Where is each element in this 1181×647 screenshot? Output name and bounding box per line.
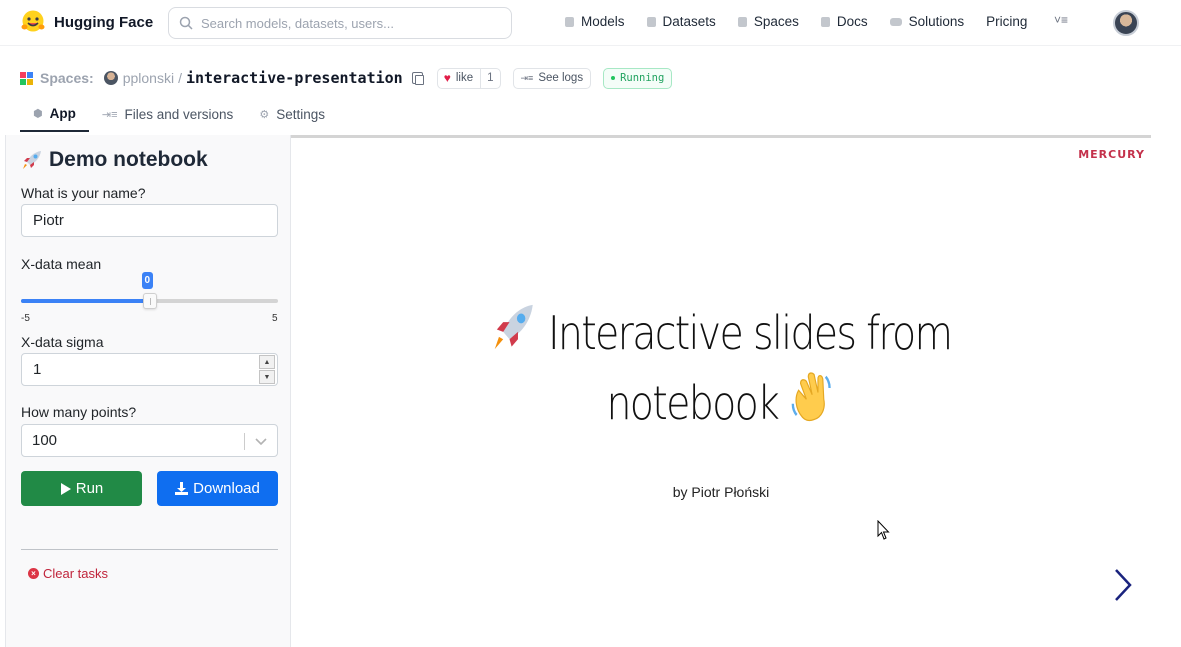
- logs-icon: ⇥≡: [520, 72, 534, 83]
- nav-pricing-label: Pricing: [986, 14, 1028, 29]
- nav-spaces-label: Spaces: [753, 14, 799, 29]
- rocket-icon: [491, 300, 537, 370]
- slide-title-line1: Interactive slides from: [547, 306, 953, 360]
- spaces-logo-icon: [20, 71, 33, 85]
- demo-title-text: Demo notebook: [49, 148, 208, 171]
- mean-slider-fill: [21, 299, 150, 303]
- user-avatar[interactable]: [1113, 10, 1139, 36]
- nav-models[interactable]: Models: [565, 14, 625, 29]
- close-circle-icon: ×: [28, 568, 39, 579]
- mean-slider-handle[interactable]: [142, 293, 157, 309]
- name-field[interactable]: [21, 204, 278, 237]
- clear-tasks-label: Clear tasks: [43, 566, 109, 581]
- mean-slider-max: 5: [272, 313, 278, 324]
- hugging-face-logo-icon: [21, 10, 45, 32]
- slide-title-line2: notebook: [606, 376, 780, 430]
- demo-title: Demo notebook: [21, 148, 208, 172]
- more-menu-button[interactable]: ˅≡: [1054, 13, 1068, 27]
- sigma-field[interactable]: [21, 353, 278, 386]
- docs-icon: [820, 16, 830, 27]
- search-input[interactable]: [201, 15, 501, 31]
- gear-icon: ⚙: [259, 108, 270, 121]
- menu-lines-icon: ˅≡: [1054, 13, 1069, 27]
- owner-link[interactable]: pplonski: [123, 70, 174, 86]
- clear-tasks-button[interactable]: × Clear tasks: [28, 566, 108, 581]
- main-nav: Models Datasets Spaces Docs Solutions Pr…: [565, 14, 1049, 29]
- caret-up-icon: ▲: [263, 358, 271, 366]
- database-icon: [646, 16, 656, 27]
- tab-settings-label: Settings: [276, 106, 325, 122]
- nav-datasets-label: Datasets: [662, 14, 716, 29]
- status-text: Running: [620, 72, 665, 84]
- see-logs-button[interactable]: ⇥≡ See logs: [512, 67, 592, 89]
- mercury-logo: MERCURY: [1078, 148, 1145, 161]
- download-button[interactable]: Download: [157, 471, 278, 506]
- hf-logo[interactable]: Hugging Face: [20, 10, 153, 34]
- grid-icon: [737, 16, 747, 27]
- like-count[interactable]: 1: [480, 68, 499, 88]
- presentation-slide: MERCURY Interactive slides from notebook…: [291, 135, 1151, 647]
- slide-byline: by Piotr Płoński: [672, 484, 770, 500]
- download-label: Download: [193, 480, 260, 497]
- space-tabs: ⬢ App ⇥≡ Files and versions ⚙ Settings: [20, 96, 338, 134]
- repo-name[interactable]: interactive-presentation: [186, 69, 403, 87]
- search-icon: [179, 16, 193, 30]
- nav-datasets[interactable]: Datasets: [646, 14, 716, 29]
- owner-avatar: [103, 71, 118, 85]
- cube-icon: [565, 16, 574, 27]
- slide-title: Interactive slides from notebook: [351, 300, 1091, 440]
- copy-icon[interactable]: [411, 72, 424, 85]
- nav-pricing[interactable]: Pricing: [986, 14, 1027, 29]
- download-icon: [175, 482, 189, 495]
- heart-icon: ♥: [443, 71, 451, 85]
- tab-files[interactable]: ⇥≡ Files and versions: [89, 96, 246, 132]
- sigma-decrement-button[interactable]: ▼: [259, 370, 275, 384]
- caret-down-icon: ▼: [263, 373, 271, 381]
- run-button[interactable]: Run: [21, 471, 142, 506]
- spaces-label: Spaces:: [40, 70, 94, 86]
- mouse-cursor-icon: [877, 520, 890, 540]
- sigma-increment-button[interactable]: ▲: [259, 355, 275, 369]
- mean-label: X-data mean: [21, 256, 102, 272]
- waving-hand-icon: [789, 370, 835, 440]
- nav-docs[interactable]: Docs: [820, 14, 868, 29]
- path-separator: /: [178, 70, 182, 86]
- like-label: like: [455, 72, 474, 84]
- search-box[interactable]: [168, 7, 512, 39]
- briefcase-icon: [889, 17, 902, 26]
- tab-files-label: Files and versions: [124, 106, 234, 122]
- select-separator: [244, 433, 245, 450]
- space-header: Spaces: pplonski / interactive-presentat…: [20, 66, 673, 90]
- tab-settings[interactable]: ⚙ Settings: [246, 96, 338, 132]
- nav-spaces[interactable]: Spaces: [737, 14, 799, 29]
- points-selected-value: 100: [32, 432, 58, 449]
- name-label: What is your name?: [21, 185, 146, 201]
- nav-solutions-label: Solutions: [908, 14, 965, 29]
- run-label: Run: [75, 480, 104, 497]
- nav-solutions[interactable]: Solutions: [889, 14, 965, 29]
- play-icon: [60, 482, 71, 495]
- mean-slider-min: -5: [21, 313, 30, 324]
- mean-slider-tooltip: 0: [141, 272, 154, 289]
- next-slide-arrow-icon[interactable]: [1113, 568, 1133, 602]
- sigma-label: X-data sigma: [21, 334, 104, 350]
- points-select[interactable]: 100: [21, 424, 278, 457]
- rocket-icon: [23, 151, 41, 169]
- app-sidebar: Demo notebook What is your name? X-data …: [5, 135, 291, 647]
- like-button[interactable]: ♥ like 1: [436, 67, 501, 89]
- sidebar-divider: [21, 549, 278, 550]
- see-logs-label: See logs: [538, 72, 584, 84]
- nav-models-label: Models: [581, 14, 625, 29]
- cube-icon: ⬢: [33, 107, 43, 120]
- tab-app-label: App: [49, 105, 76, 121]
- points-label: How many points?: [21, 404, 137, 420]
- chevron-down-icon[interactable]: [253, 433, 269, 449]
- files-icon: ⇥≡: [101, 108, 118, 121]
- brand-name: Hugging Face: [54, 13, 154, 31]
- status-dot-icon: [611, 76, 616, 80]
- top-navbar: Hugging Face Models Datasets Spaces Docs…: [0, 0, 1181, 46]
- tab-app[interactable]: ⬢ App: [20, 96, 89, 132]
- status-badge: Running: [603, 67, 673, 89]
- nav-docs-label: Docs: [836, 14, 868, 29]
